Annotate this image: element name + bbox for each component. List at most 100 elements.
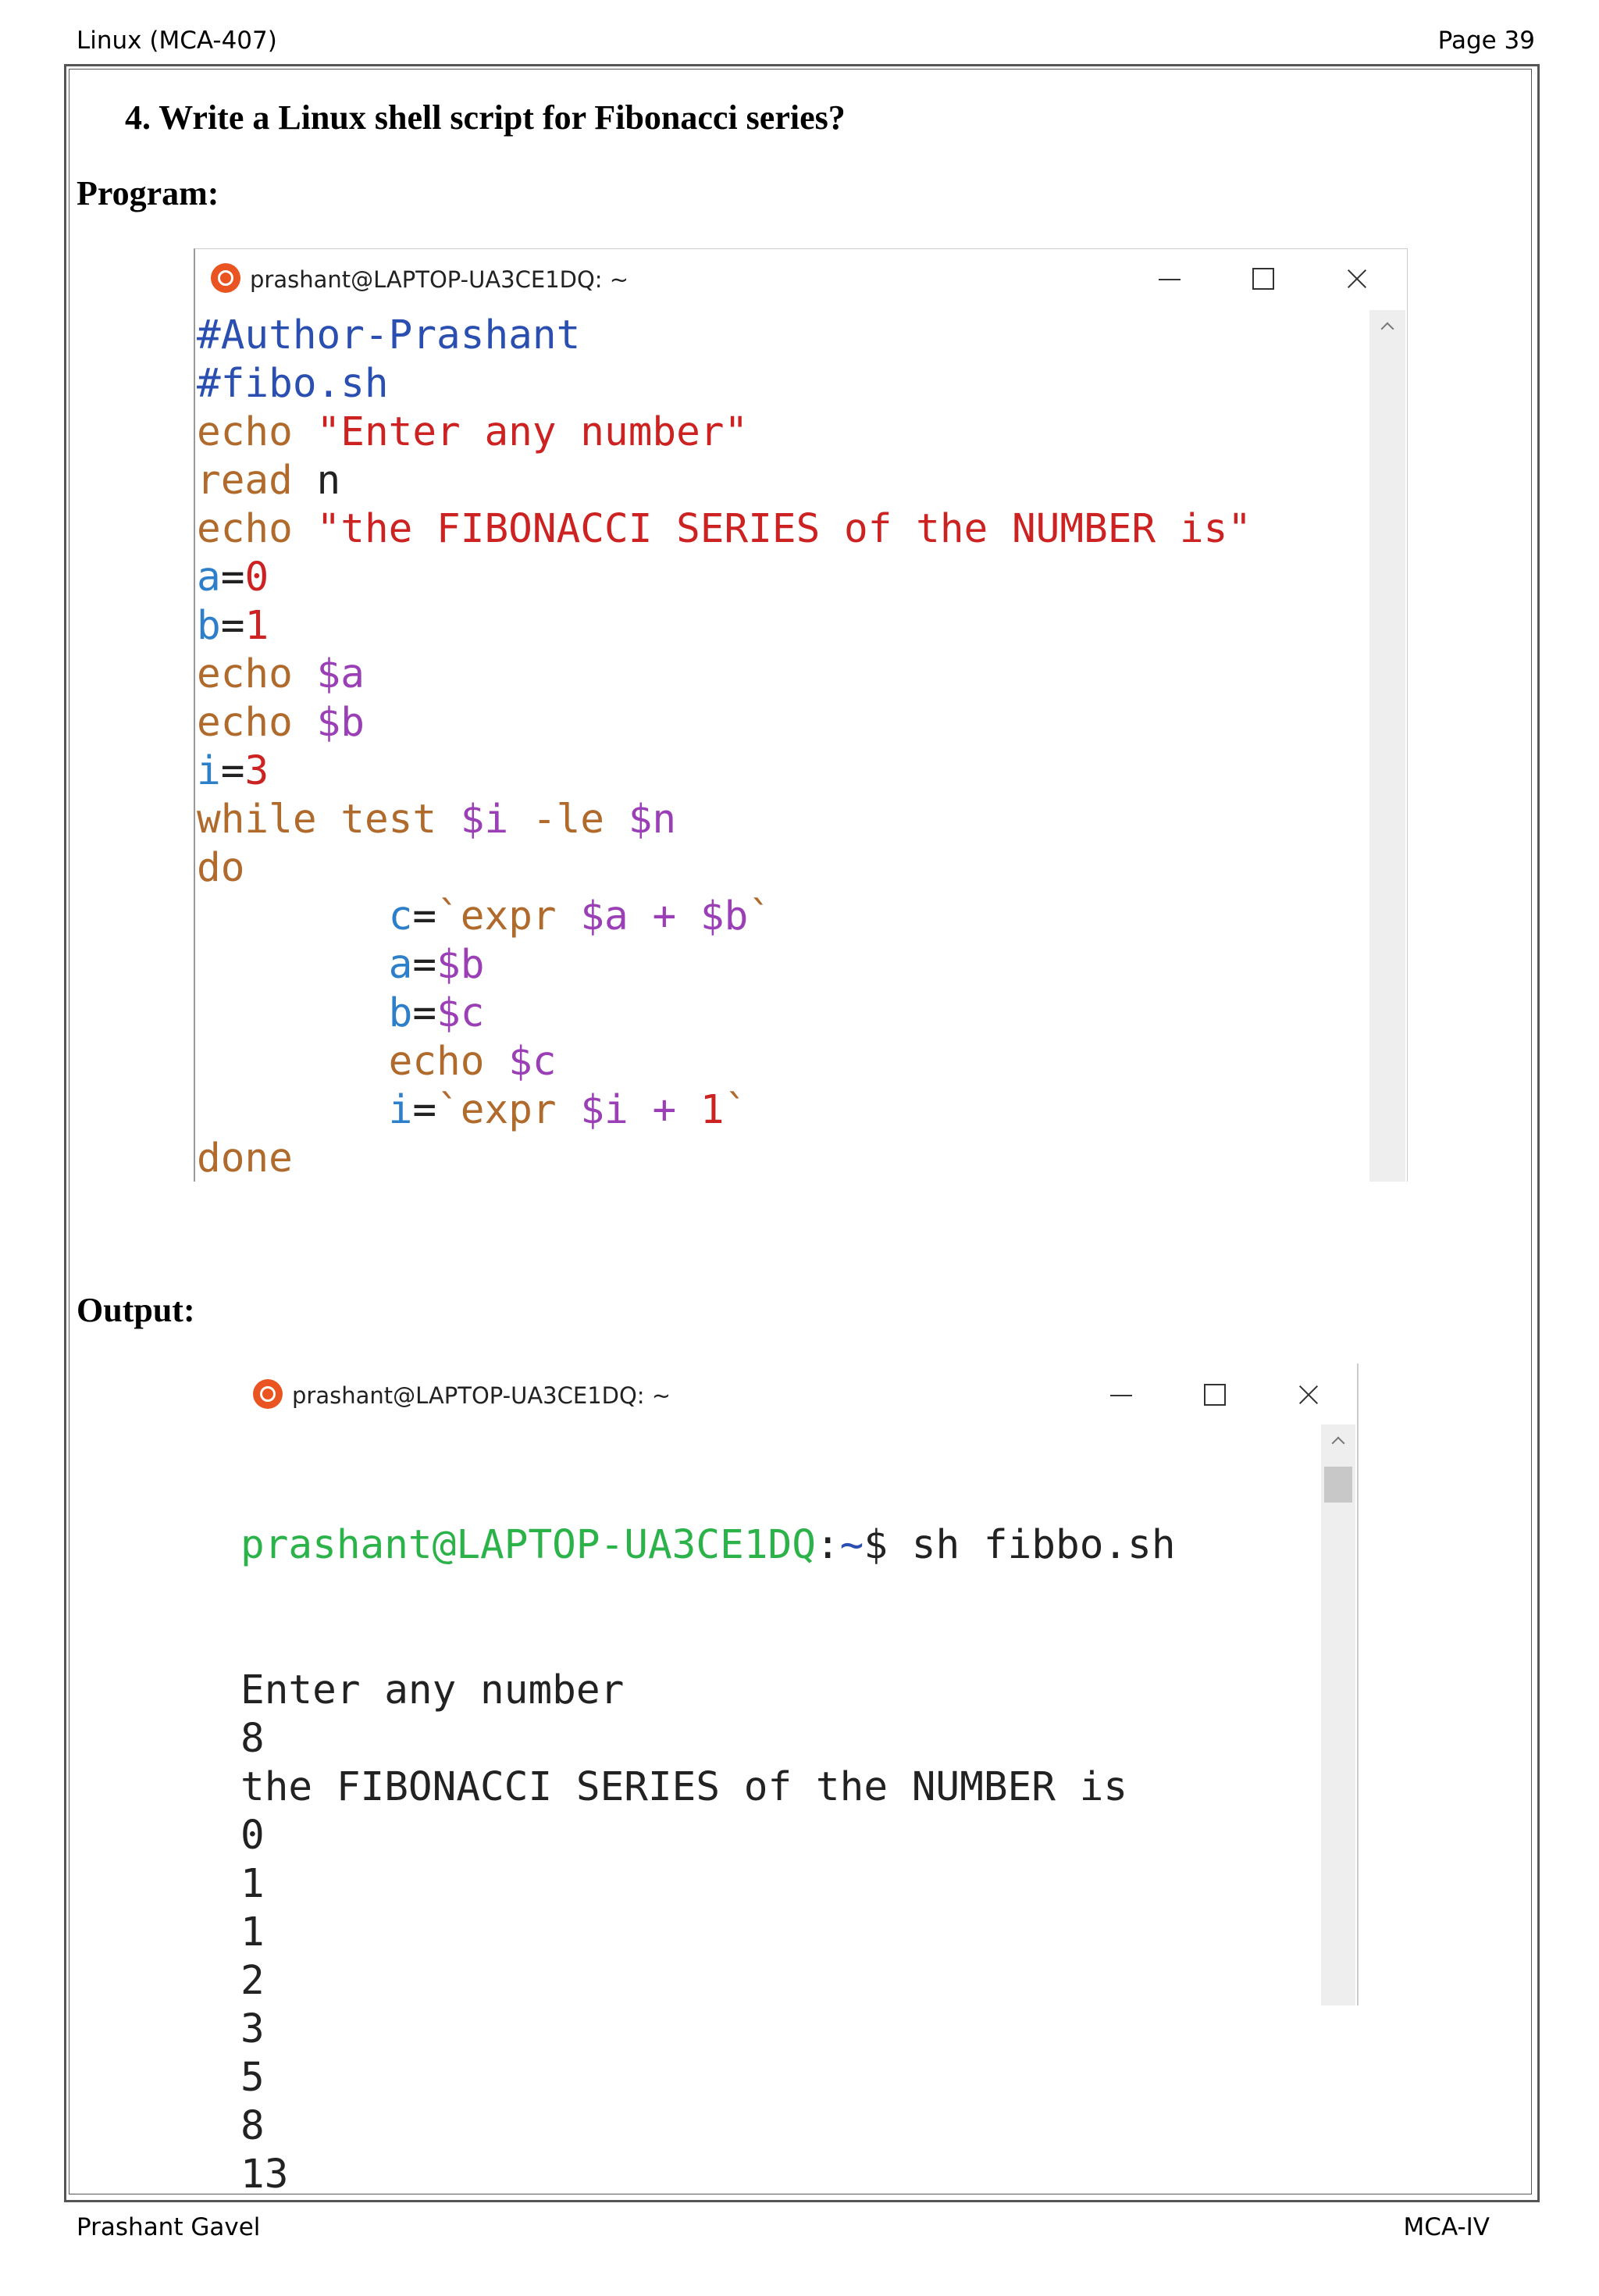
prompt-separator: : [815,1522,840,1568]
code-token: done [197,1136,293,1182]
code-token: = [220,603,245,649]
code-line: done [197,1135,1252,1183]
maximize-icon[interactable] [1248,263,1279,294]
output-line: 2 [240,1958,265,2004]
scroll-up-icon[interactable] [1330,1432,1346,1448]
output-terminal-titlebar: prashant@LAPTOP-UA3CE1DQ: ~ [236,1364,1357,1424]
code-line: b=$c [197,989,1252,1038]
minimize-icon[interactable] [1106,1379,1137,1410]
code-token: 1 [244,603,269,649]
output-line: 3 [240,2006,265,2052]
close-icon[interactable] [1341,263,1373,294]
code-token: a [388,942,413,988]
code-token: ` [436,893,461,939]
scroll-up-icon[interactable] [1380,318,1395,333]
output-lines: Enter any number 8 the FIBONACCI SERIES of… [240,1667,1176,2199]
footer-author: Prashant Gavel [77,2213,261,2241]
code-line: c=`expr $a + $b` [197,893,1252,941]
code-token: $a [580,893,629,939]
output-line: the FIBONACCI SERIES of the NUMBER is [240,1764,1128,1810]
code-token: $a [316,651,365,697]
code-token: ` [436,1087,461,1133]
output-terminal-title: prashant@LAPTOP-UA3CE1DQ: ~ [292,1382,671,1409]
code-token: $b [316,700,365,746]
output-terminal-scrollbar[interactable] [1321,1424,1355,2005]
scroll-thumb[interactable] [1324,1467,1352,1503]
code-line: echo "the FIBONACCI SERIES of the NUMBER… [197,505,1252,554]
code-line: read n [197,457,1252,505]
code-token: "the FIBONACCI SERIES of the NUMBER is" [316,506,1252,552]
code-token: echo [197,506,317,552]
minimize-icon[interactable] [1154,263,1185,294]
code-token: echo [388,1039,509,1085]
code-line: a=0 [197,554,1252,602]
ubuntu-icon [211,263,240,293]
program-terminal-scrollbar[interactable] [1369,310,1405,1182]
code-token: $c [508,1039,557,1085]
prompt-line: prashant@LAPTOP-UA3CE1DQ:~$ sh fibbo.sh [240,1521,1176,1570]
code-token: -le [508,797,629,843]
header-page-number: Page 39 [1437,27,1535,55]
code-line: echo "Enter any number" [197,408,1252,457]
code-line: while test $i -le $n [197,796,1252,844]
code-line: echo $c [197,1038,1252,1086]
code-token: n [316,458,341,504]
code-token: 3 [244,748,269,794]
code-token: = [412,990,437,1036]
code-token: = [412,1087,437,1133]
code-token: 0 [244,554,269,601]
program-terminal-window: prashant@LAPTOP-UA3CE1DQ: ~ #Author-Pras… [194,248,1408,1182]
maximize-icon[interactable] [1199,1379,1230,1410]
code-token: c [388,893,413,939]
code-token: = [412,942,437,988]
output-line: 8 [240,2103,265,2149]
code-token: expr [460,1087,581,1133]
code-token: echo [197,409,317,455]
question-title: 4. Write a Linux shell script for Fibona… [125,98,846,137]
prompt-dollar: $ [864,1522,912,1568]
program-code: #Author-Prashant #fibo.sh echo "Enter any … [197,312,1252,1183]
output-line: 13 [240,2152,289,2198]
code-token: b [197,603,221,649]
code-token: read [197,458,317,504]
code-line: #Author-Prashant [197,312,1252,360]
prompt-command: sh fibbo.sh [911,1522,1176,1568]
code-token: + [628,1087,700,1133]
code-token: echo [197,651,317,697]
code-token: #Author-Prashant [197,312,581,358]
close-icon[interactable] [1293,1379,1324,1410]
code-token: $b [700,893,749,939]
output-line: Enter any number [240,1667,625,1713]
code-token: #fibo.sh [197,361,389,407]
program-terminal-title: prashant@LAPTOP-UA3CE1DQ: ~ [250,266,629,293]
output-heading: Output: [77,1291,195,1329]
code-token: echo [197,700,317,746]
code-token: a [197,554,221,601]
code-line: i=3 [197,747,1252,796]
code-line: a=$b [197,941,1252,989]
code-token: ` [724,1087,749,1133]
ubuntu-icon [253,1379,283,1409]
code-token: ` [748,893,773,939]
code-token: = [220,748,245,794]
code-token: do [197,845,245,891]
code-line: do [197,844,1252,893]
code-line: echo $a [197,651,1252,699]
output-line: 1 [240,1909,265,1956]
prompt-user: prashant@LAPTOP-UA3CE1DQ [240,1522,816,1568]
code-token: $c [436,990,485,1036]
code-token: while [197,797,341,843]
code-token: + [628,893,700,939]
output-line: 0 [240,1813,265,1859]
output-terminal-window: prashant@LAPTOP-UA3CE1DQ: ~ prashant@LAP… [236,1364,1359,2198]
code-line: b=1 [197,602,1252,651]
code-token: expr [460,893,581,939]
code-token: b [388,990,413,1036]
program-heading: Program: [77,174,219,212]
code-token: i [197,748,221,794]
code-token: $n [628,797,677,843]
